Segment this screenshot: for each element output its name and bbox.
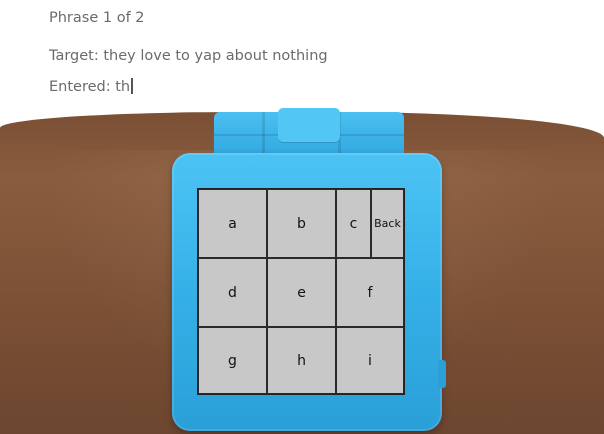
- key-h[interactable]: h: [267, 327, 336, 394]
- key-d[interactable]: d: [198, 258, 267, 327]
- entered-text: Entered: th: [49, 78, 133, 95]
- backspace-key[interactable]: Back: [371, 189, 404, 258]
- phrase-counter: Phrase 1 of 2: [49, 10, 145, 26]
- key-i[interactable]: i: [336, 327, 404, 394]
- key-a[interactable]: a: [198, 189, 267, 258]
- text-caret: [131, 78, 133, 94]
- key-f[interactable]: f: [336, 258, 404, 327]
- key-c[interactable]: c: [336, 189, 371, 258]
- key-b[interactable]: b: [267, 189, 336, 258]
- target-phrase: Target: they love to yap about nothing: [49, 48, 328, 64]
- key-e[interactable]: e: [267, 258, 336, 327]
- watch-strap-link: [278, 108, 340, 142]
- entered-value: Entered: th: [49, 79, 131, 95]
- key-g[interactable]: g: [198, 327, 267, 394]
- watch-crown: [438, 360, 446, 388]
- watch-keyboard: a b c Back d e f g h i: [197, 188, 405, 395]
